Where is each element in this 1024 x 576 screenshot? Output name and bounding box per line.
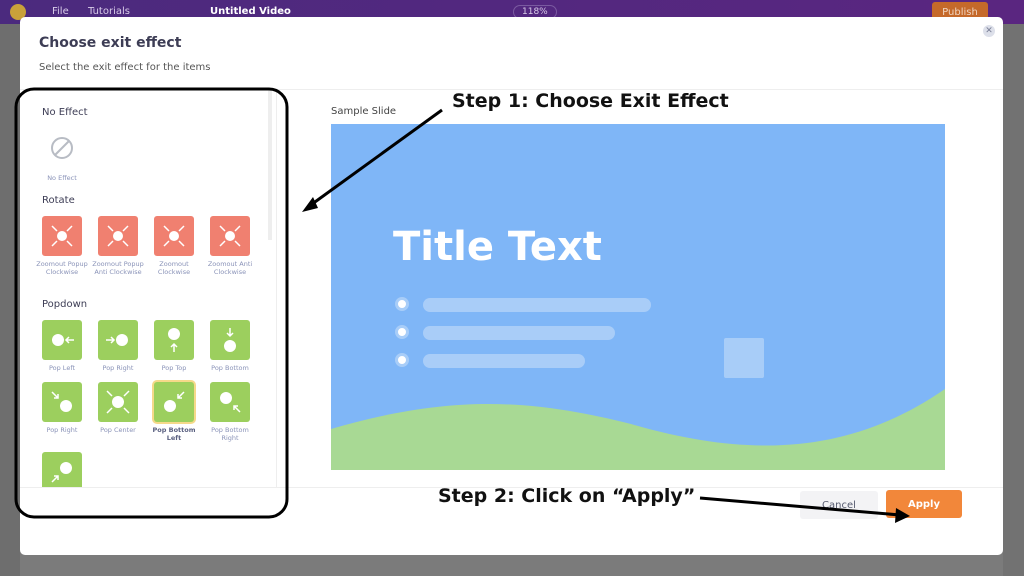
arrow-step2 [699,496,901,517]
arrow-step1 [307,108,443,209]
step2-annotation: Step 2: Click on “Apply” [438,485,696,507]
highlight-box [14,87,289,519]
step1-annotation: Step 1: Choose Exit Effect [452,90,729,112]
